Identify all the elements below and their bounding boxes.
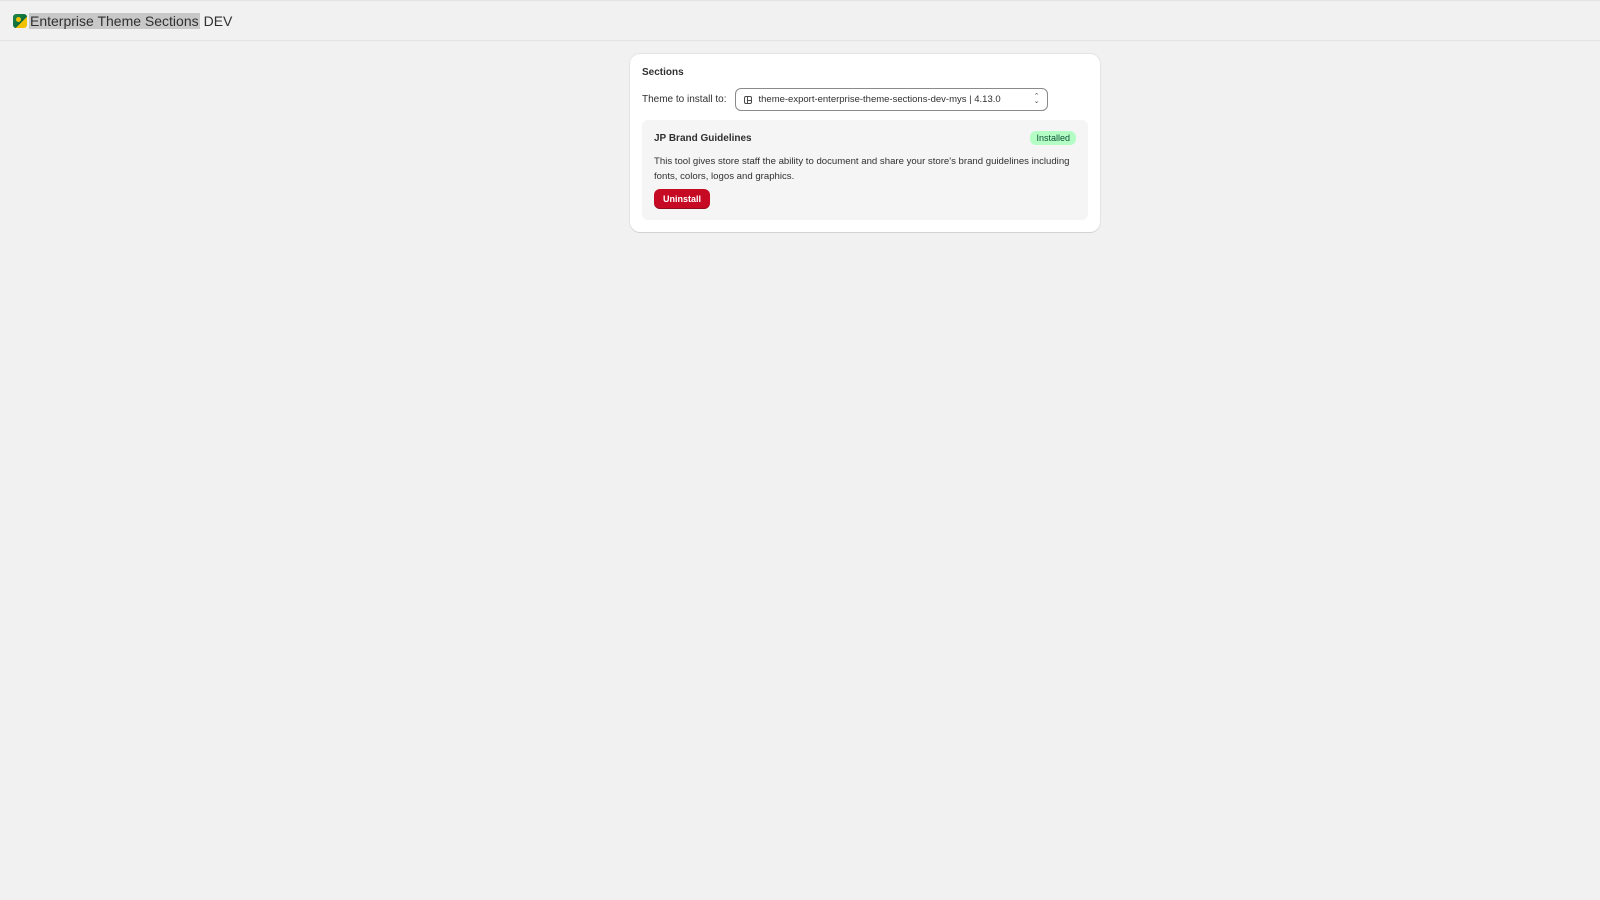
theme-select[interactable]: theme-export-enterprise-theme-sections-d… xyxy=(735,88,1049,111)
status-badge: Installed xyxy=(1030,131,1076,145)
app-title: Enterprise Theme Sections DEV xyxy=(13,13,232,29)
sections-card: Sections Theme to install to: theme-expo… xyxy=(630,54,1100,232)
section-description: This tool gives store staff the ability … xyxy=(654,156,1070,182)
theme-select-label: Theme to install to: xyxy=(642,94,727,105)
top-bar: Enterprise Theme Sections DEV xyxy=(0,0,1600,41)
theme-icon xyxy=(744,95,753,104)
card-title: Sections xyxy=(642,67,684,78)
app-logo-icon xyxy=(13,14,27,28)
chevron-up-down-icon: ⌃ ⌄ xyxy=(1033,93,1040,105)
app-env-label: DEV xyxy=(203,13,233,29)
theme-select-value: theme-export-enterprise-theme-sections-d… xyxy=(758,94,1001,105)
section-item: JP Brand Guidelines Installed This tool … xyxy=(642,120,1088,220)
app-name: Enterprise Theme Sections xyxy=(29,13,200,29)
section-name: JP Brand Guidelines xyxy=(654,133,752,144)
theme-row: Theme to install to: theme-export-enterp… xyxy=(642,88,1049,111)
uninstall-button[interactable]: Uninstall xyxy=(654,189,711,209)
